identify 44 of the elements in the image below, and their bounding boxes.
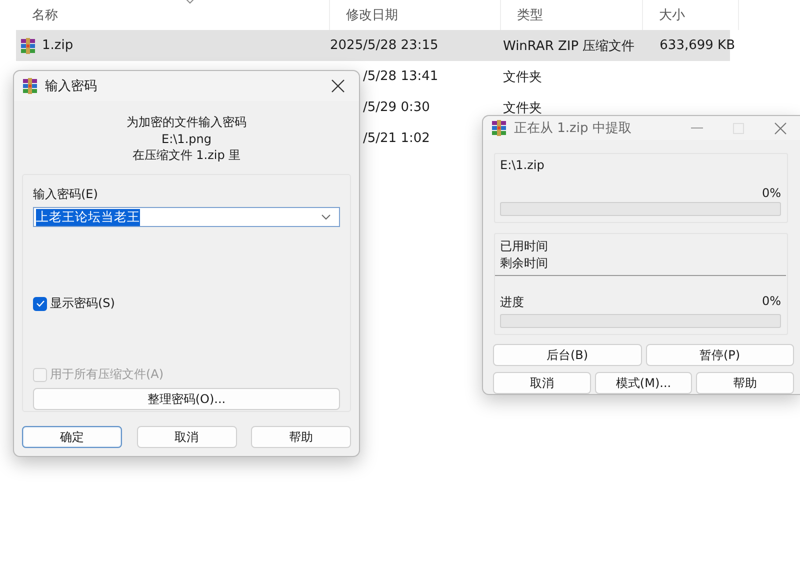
time-label: 已用时间 (500, 238, 549, 255)
window-title: 输入密码 (45, 78, 98, 95)
file-type: WinRAR ZIP 压缩文件 (503, 38, 635, 54)
column-header[interactable]: 名称 (16, 6, 58, 24)
password-field[interactable]: 上老王论坛当老王 (33, 207, 340, 227)
window-button[interactable]: 取消 (493, 372, 591, 394)
minimize-icon[interactable] (691, 127, 703, 129)
organize-passwords-button[interactable]: 整理密码(O)... (33, 388, 340, 410)
window-title: 正在从 1.zip 中提取 (514, 120, 632, 137)
checkbox-label: 显示密码(S) (50, 295, 115, 312)
file-size: 633,699 KB (660, 38, 735, 53)
field-label: 输入密码(E) (33, 186, 99, 203)
window-button[interactable]: 帮助 (696, 372, 794, 394)
checkbox[interactable] (33, 296, 47, 310)
progress-label: 进度 (500, 294, 524, 311)
ok-button[interactable]: 确定 (22, 426, 122, 448)
percent-text: 0% (760, 186, 781, 200)
file-date: /5/28 13:41 (363, 69, 438, 84)
percent-text: 0% (762, 294, 781, 310)
archive-path: E:\1.zip (500, 158, 546, 172)
dialog-button[interactable]: 取消 (136, 426, 236, 448)
checkbox-label: 用于所有压缩文件(A) (50, 366, 164, 383)
window-button[interactable]: 暂停(P) (646, 344, 794, 366)
time-label: 剩余时间 (500, 255, 549, 272)
file-type: 文件夹 (503, 100, 542, 116)
file-type: 文件夹 (503, 68, 542, 86)
column-header[interactable]: 大小 (643, 6, 685, 24)
window-button[interactable]: 后台(B) (493, 344, 642, 366)
file-name: 1.zip (42, 38, 74, 53)
column-header[interactable]: 类型 (501, 6, 543, 24)
archive-icon (20, 38, 36, 54)
column-header[interactable]: 修改日期 (330, 6, 398, 24)
dialog-button[interactable]: 帮助 (251, 426, 351, 448)
checkmark-icon (36, 300, 44, 307)
archive-icon (22, 78, 38, 94)
prompt-text: 在压缩文件 1.zip 里 (132, 147, 241, 164)
window-button[interactable]: 模式(M)... (594, 372, 692, 394)
file-date: /5/29 0:30 (363, 100, 430, 115)
close-icon[interactable] (331, 79, 345, 93)
prompt-text: E:\1.png (162, 132, 212, 146)
archive-icon (491, 120, 507, 136)
prompt-text: 为加密的文件输入密码 (126, 114, 246, 131)
dropdown-caret-icon[interactable] (321, 214, 331, 220)
file-date: 2025/5/28 23:15 (330, 38, 438, 53)
